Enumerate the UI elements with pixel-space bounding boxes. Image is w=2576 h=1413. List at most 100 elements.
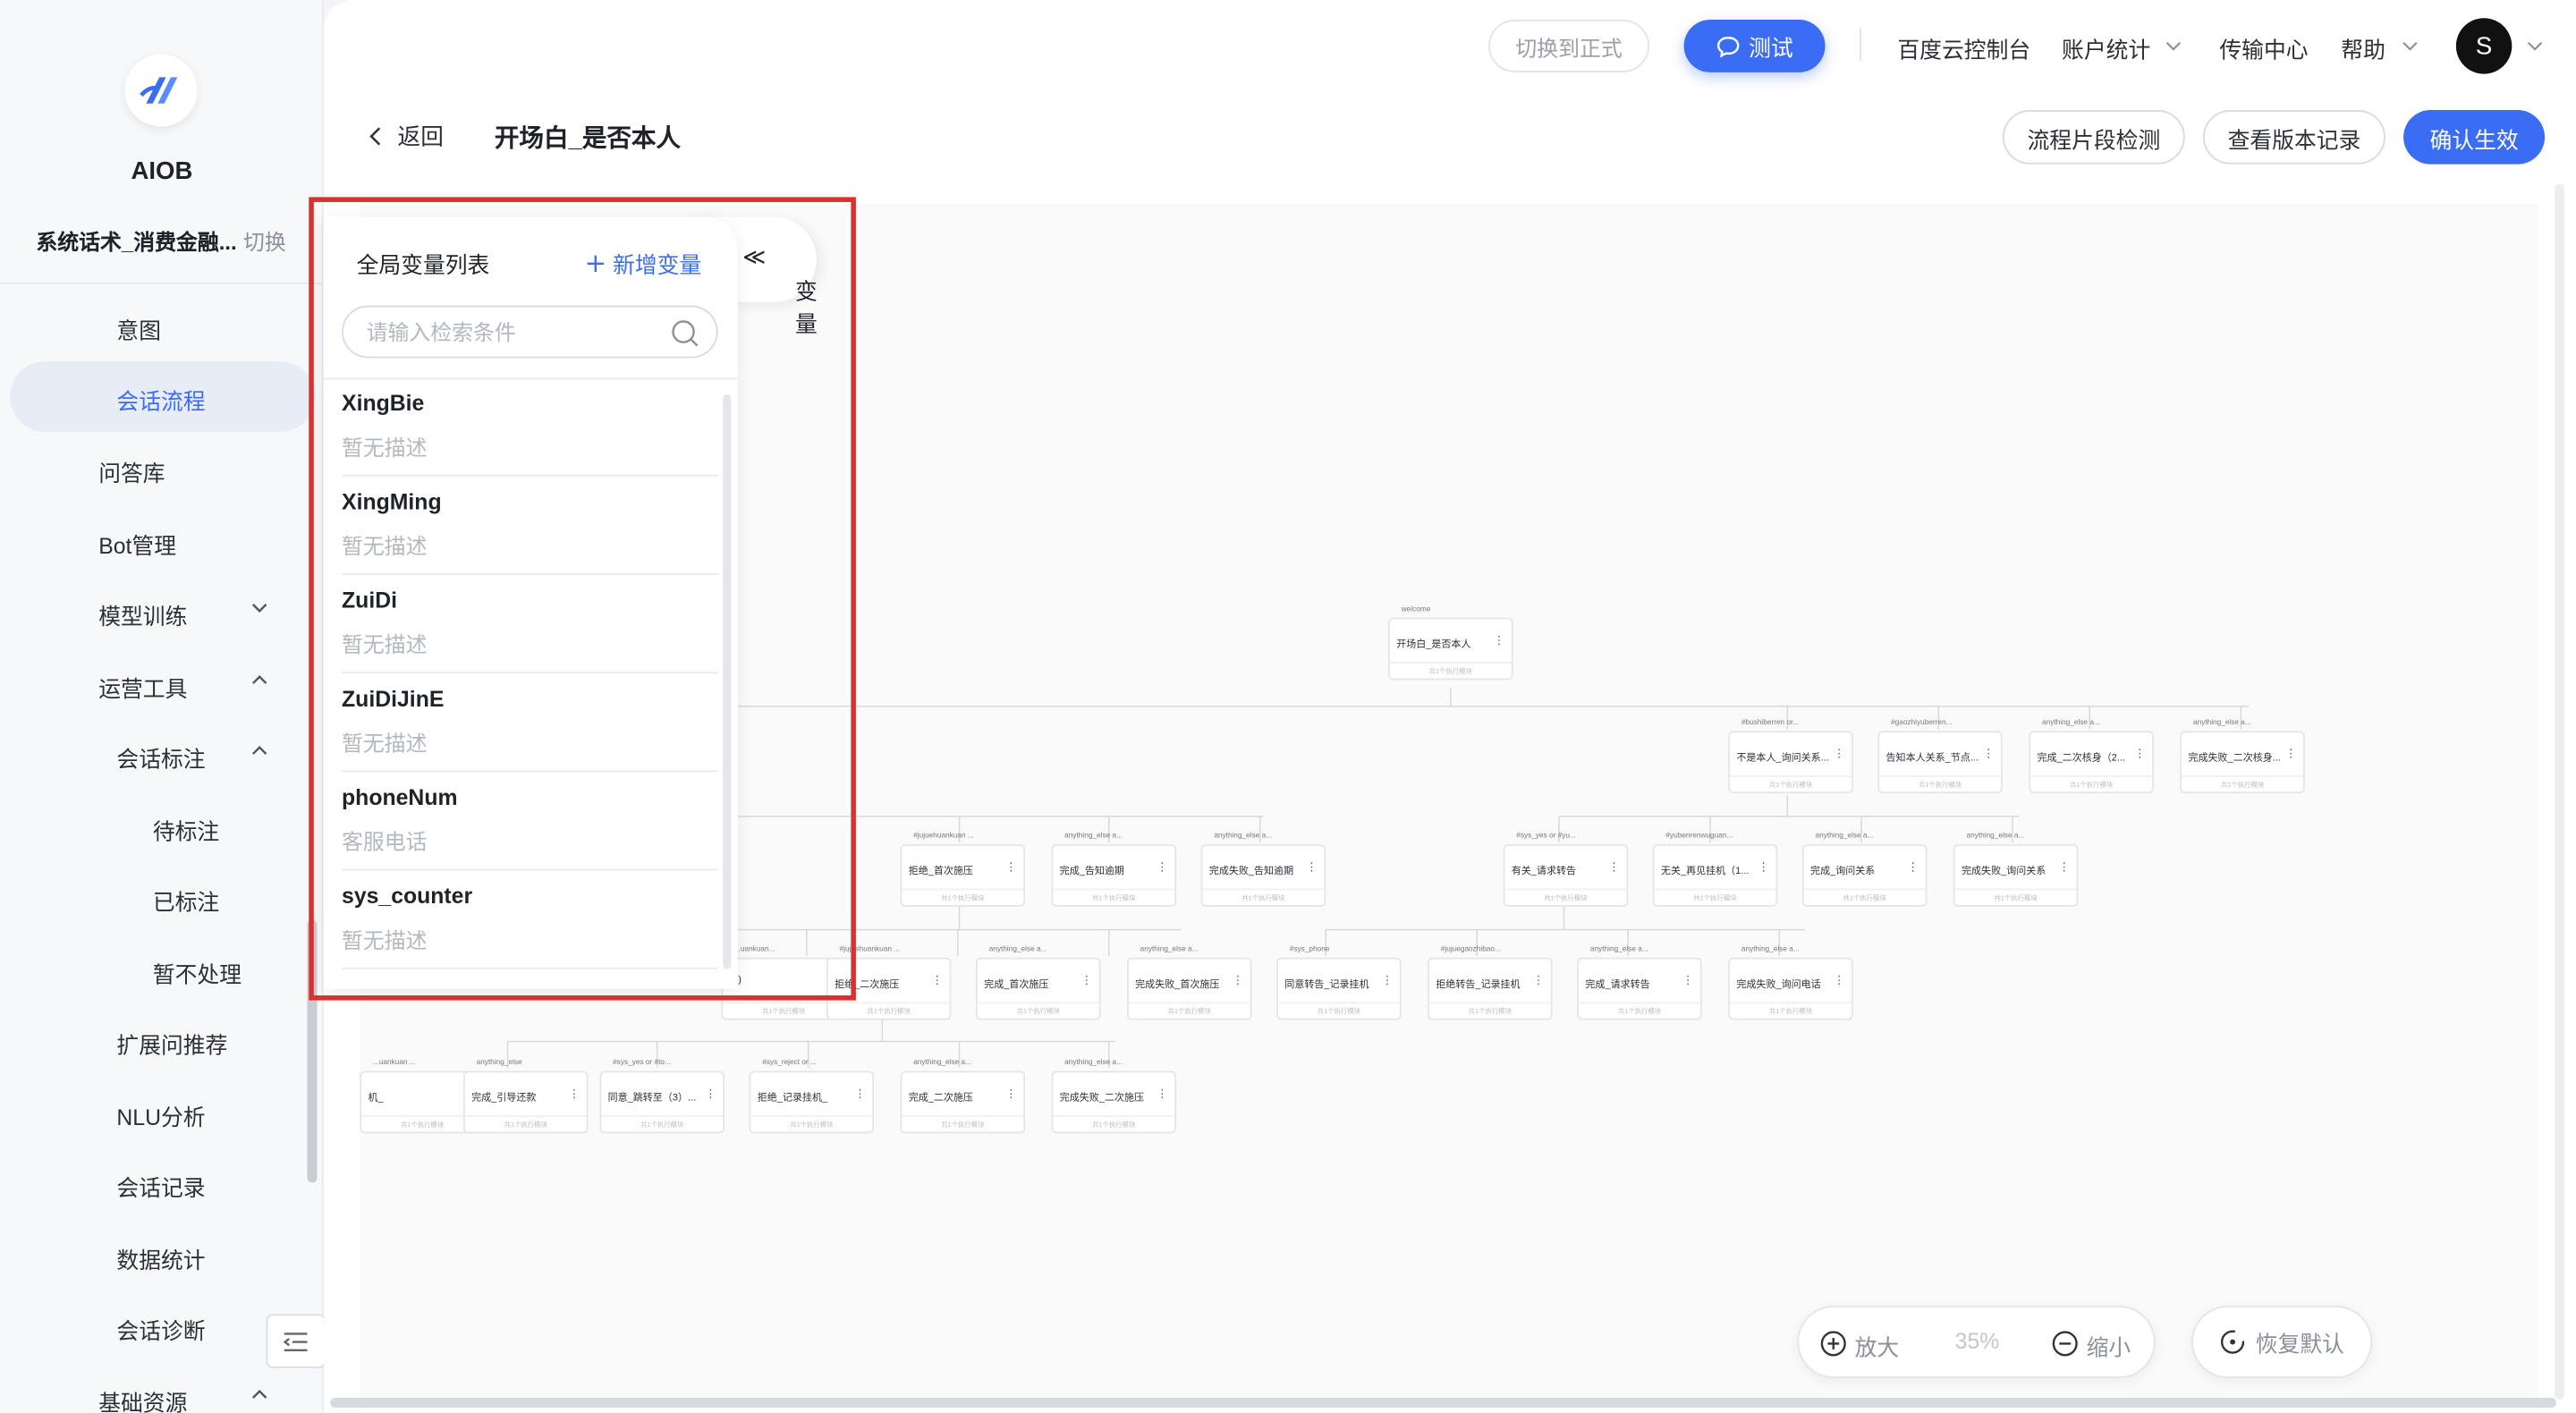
flow-node[interactable]: 拒绝转告_记录挂机 ⋮ 共1个执行模块 <box>1428 957 1553 1020</box>
sidebar-item-annotated[interactable]: 已标注 <box>153 884 219 917</box>
chevron-down-icon[interactable] <box>2400 36 2419 55</box>
more-vertical-icon[interactable]: ⋮ <box>705 1087 716 1101</box>
flow-node[interactable]: 有关_请求转告 ⋮ 共1个执行模块 <box>1503 844 1629 907</box>
more-vertical-icon[interactable]: ⋮ <box>2285 748 2297 761</box>
reset-view-button[interactable]: 恢复默认 <box>2191 1306 2373 1378</box>
more-vertical-icon[interactable]: ⋮ <box>1005 860 1017 874</box>
transfer-center-link[interactable]: 传输中心 <box>2219 31 2308 64</box>
back-button[interactable]: 返回 <box>368 120 444 153</box>
more-vertical-icon[interactable]: ⋮ <box>1005 1087 1017 1101</box>
more-vertical-icon[interactable]: ⋮ <box>2058 860 2070 874</box>
flow-node[interactable]: 拒绝_首次施压 ⋮ 共1个执行模块 <box>900 844 1026 907</box>
more-vertical-icon[interactable]: ⋮ <box>931 974 943 987</box>
chevron-down-icon[interactable] <box>250 598 269 618</box>
collapse-sidebar-button[interactable] <box>266 1314 326 1368</box>
flow-node[interactable]: 完成_首次施压 ⋮ 共1个执行模块 <box>975 957 1101 1020</box>
sidebar-item-extend-question[interactable]: 扩展问推荐 <box>116 1027 227 1060</box>
sidebar-item-to-annotate[interactable]: 待标注 <box>153 813 219 846</box>
chevron-down-icon[interactable] <box>2525 36 2545 55</box>
more-vertical-icon[interactable]: ⋮ <box>854 1087 866 1101</box>
sidebar-item-model-training[interactable]: 模型训练 <box>98 598 187 631</box>
flow-check-button[interactable]: 流程片段检测 <box>2002 110 2185 165</box>
test-button[interactable]: 测试 <box>1683 20 1826 72</box>
flow-node[interactable]: 同意_跳转至（3）... ⋮ 共1个执行模块 <box>599 1070 724 1134</box>
more-vertical-icon[interactable]: ⋮ <box>1382 974 1394 987</box>
chevron-up-icon[interactable] <box>250 740 269 760</box>
user-avatar[interactable]: S <box>2455 18 2512 74</box>
sidebar-item-basic-resources[interactable]: 基础资源 <box>98 1384 187 1413</box>
more-vertical-icon[interactable]: ⋮ <box>1834 974 1845 987</box>
flow-node[interactable]: 完成_询问关系 ⋮ 共1个执行模块 <box>1801 844 1928 907</box>
zoom-out-button[interactable]: 缩小 <box>2087 1329 2131 1362</box>
help-menu[interactable]: 帮助 <box>2341 31 2385 64</box>
sidebar-item-qa-library[interactable]: 问答库 <box>98 455 165 488</box>
zoom-in-icon[interactable] <box>1820 1331 1846 1357</box>
flow-node[interactable]: 完成失败_首次施压 ⋮ 共1个执行模块 <box>1126 957 1252 1020</box>
flow-node[interactable]: 完成_二次核身（2... ⋮ 共1个执行模块 <box>2029 731 2154 794</box>
flow-node[interactable]: 完成失败_告知逾期 ⋮ 共1个执行模块 <box>1200 844 1326 907</box>
more-vertical-icon[interactable]: ⋮ <box>1533 974 1545 987</box>
zoom-out-icon[interactable] <box>2052 1331 2078 1357</box>
flow-node[interactable]: 同意转告_记录挂机 ⋮ 共1个执行模块 <box>1276 957 1402 1020</box>
confirm-publish-button[interactable]: 确认生效 <box>2403 110 2546 165</box>
flow-node[interactable]: 完成_二次施压 ⋮ 共1个执行模块 <box>900 1070 1026 1134</box>
chevron-up-icon[interactable] <box>250 1384 269 1404</box>
more-vertical-icon[interactable]: ⋮ <box>1233 974 1244 987</box>
sidebar-item-dialog-records[interactable]: 会话记录 <box>116 1170 205 1203</box>
chevron-up-icon[interactable] <box>250 670 269 690</box>
zoom-level: 35% <box>1954 1328 2000 1354</box>
flow-node-title: 完成失败_二次核身... <box>2188 754 2281 765</box>
switch-to-formal-button[interactable]: 切换到正式 <box>1488 20 1650 72</box>
workspace-switch-link[interactable]: 切换 <box>243 230 286 255</box>
chevron-down-icon[interactable] <box>2164 36 2183 55</box>
sidebar-item-data-stats[interactable]: 数据统计 <box>116 1242 205 1275</box>
more-vertical-icon[interactable]: ⋮ <box>1907 860 1919 874</box>
more-vertical-icon[interactable]: ⋮ <box>1494 634 1505 647</box>
more-vertical-icon[interactable]: ⋮ <box>1608 860 1620 874</box>
flow-node[interactable]: 无关_再见挂机（1... ⋮ 共1个执行模块 <box>1652 844 1778 907</box>
more-vertical-icon[interactable]: ⋮ <box>1983 748 1995 761</box>
more-vertical-icon[interactable]: ⋮ <box>1306 860 1318 874</box>
workspace-selector[interactable]: 系统话术_消费金融... 切换 <box>36 225 285 257</box>
sidebar-item-dialog-diagnosis[interactable]: 会话诊断 <box>116 1313 205 1346</box>
flow-node[interactable]: 完成_引导还款 ⋮ 共1个执行模块 <box>462 1070 589 1134</box>
flow-node-footer: 共1个执行模块 <box>2030 774 2153 791</box>
more-vertical-icon[interactable]: ⋮ <box>1682 974 1694 987</box>
flow-node[interactable]: 完成_告知逾期 ⋮ 共1个执行模块 <box>1051 844 1177 907</box>
more-vertical-icon[interactable]: ⋮ <box>2134 748 2146 761</box>
flow-node[interactable]: 完成失败_二次核身... ⋮ 共1个执行模块 <box>2180 731 2305 794</box>
sidebar-item-ops-tools[interactable]: 运营工具 <box>98 670 187 703</box>
account-stats-menu[interactable]: 账户统计 <box>2062 31 2150 64</box>
canvas-vertical-scrollbar[interactable] <box>2555 183 2565 1400</box>
more-vertical-icon[interactable]: ⋮ <box>568 1087 580 1101</box>
flow-node[interactable]: 拒绝_记录挂机_ ⋮ 共1个执行模块 <box>749 1070 875 1134</box>
flow-node[interactable]: 完成失败_二次施压 ⋮ 共1个执行模块 <box>1051 1070 1177 1134</box>
sidebar-item-bot-management[interactable]: Bot管理 <box>98 528 176 561</box>
sidebar-item-dialog-annotation[interactable]: 会话标注 <box>116 740 205 774</box>
sidebar-item-dialog-flow[interactable]: 会话流程 <box>116 383 205 416</box>
more-vertical-icon[interactable]: ⋮ <box>1758 860 1769 874</box>
flow-node[interactable]: 完成失败_询问关系 ⋮ 共1个执行模块 <box>1953 844 2079 907</box>
flow-node[interactable]: 完成失败_询问电话 ⋮ 共1个执行模块 <box>1728 957 1853 1020</box>
canvas-horizontal-scrollbar[interactable] <box>330 1398 2556 1409</box>
flow-node[interactable]: 告知本人关系_节点... ⋮ 共1个执行模块 <box>1877 731 2003 794</box>
flow-node-title: 完成_告知逾期 <box>1059 867 1124 877</box>
flow-node-title: 同意_跳转至（3）... <box>607 1094 697 1104</box>
sidebar-item-intent[interactable]: 意图 <box>116 312 161 345</box>
sidebar-item-nlu-analysis[interactable]: NLU分析 <box>116 1099 205 1132</box>
flow-node-title: 完成_二次施压 <box>908 1094 973 1104</box>
flow-node[interactable]: 开场白_是否本人 ⋮ 共1个执行模块 <box>1388 617 1513 681</box>
zoom-in-button[interactable]: 放大 <box>1855 1329 1900 1362</box>
more-vertical-icon[interactable]: ⋮ <box>1157 1087 1168 1101</box>
more-vertical-icon[interactable]: ⋮ <box>1157 860 1168 874</box>
aiob-logo-icon[interactable] <box>124 54 198 127</box>
flow-node[interactable]: 不是本人_询问关系... ⋮ 共1个执行模块 <box>1728 731 1853 794</box>
sidebar-item-ignored[interactable]: 暂不处理 <box>153 956 242 989</box>
flow-node[interactable]: 完成_请求转告 ⋮ 共1个执行模块 <box>1577 957 1702 1020</box>
version-history-button[interactable]: 查看版本记录 <box>2203 110 2385 165</box>
flow-node-footer: 共1个执行模块 <box>2182 774 2304 791</box>
more-vertical-icon[interactable]: ⋮ <box>1834 748 1845 761</box>
workspace-name: 系统话术_消费金融... <box>36 230 237 255</box>
baidu-console-link[interactable]: 百度云控制台 <box>1897 31 2030 64</box>
more-vertical-icon[interactable]: ⋮ <box>1081 974 1093 987</box>
